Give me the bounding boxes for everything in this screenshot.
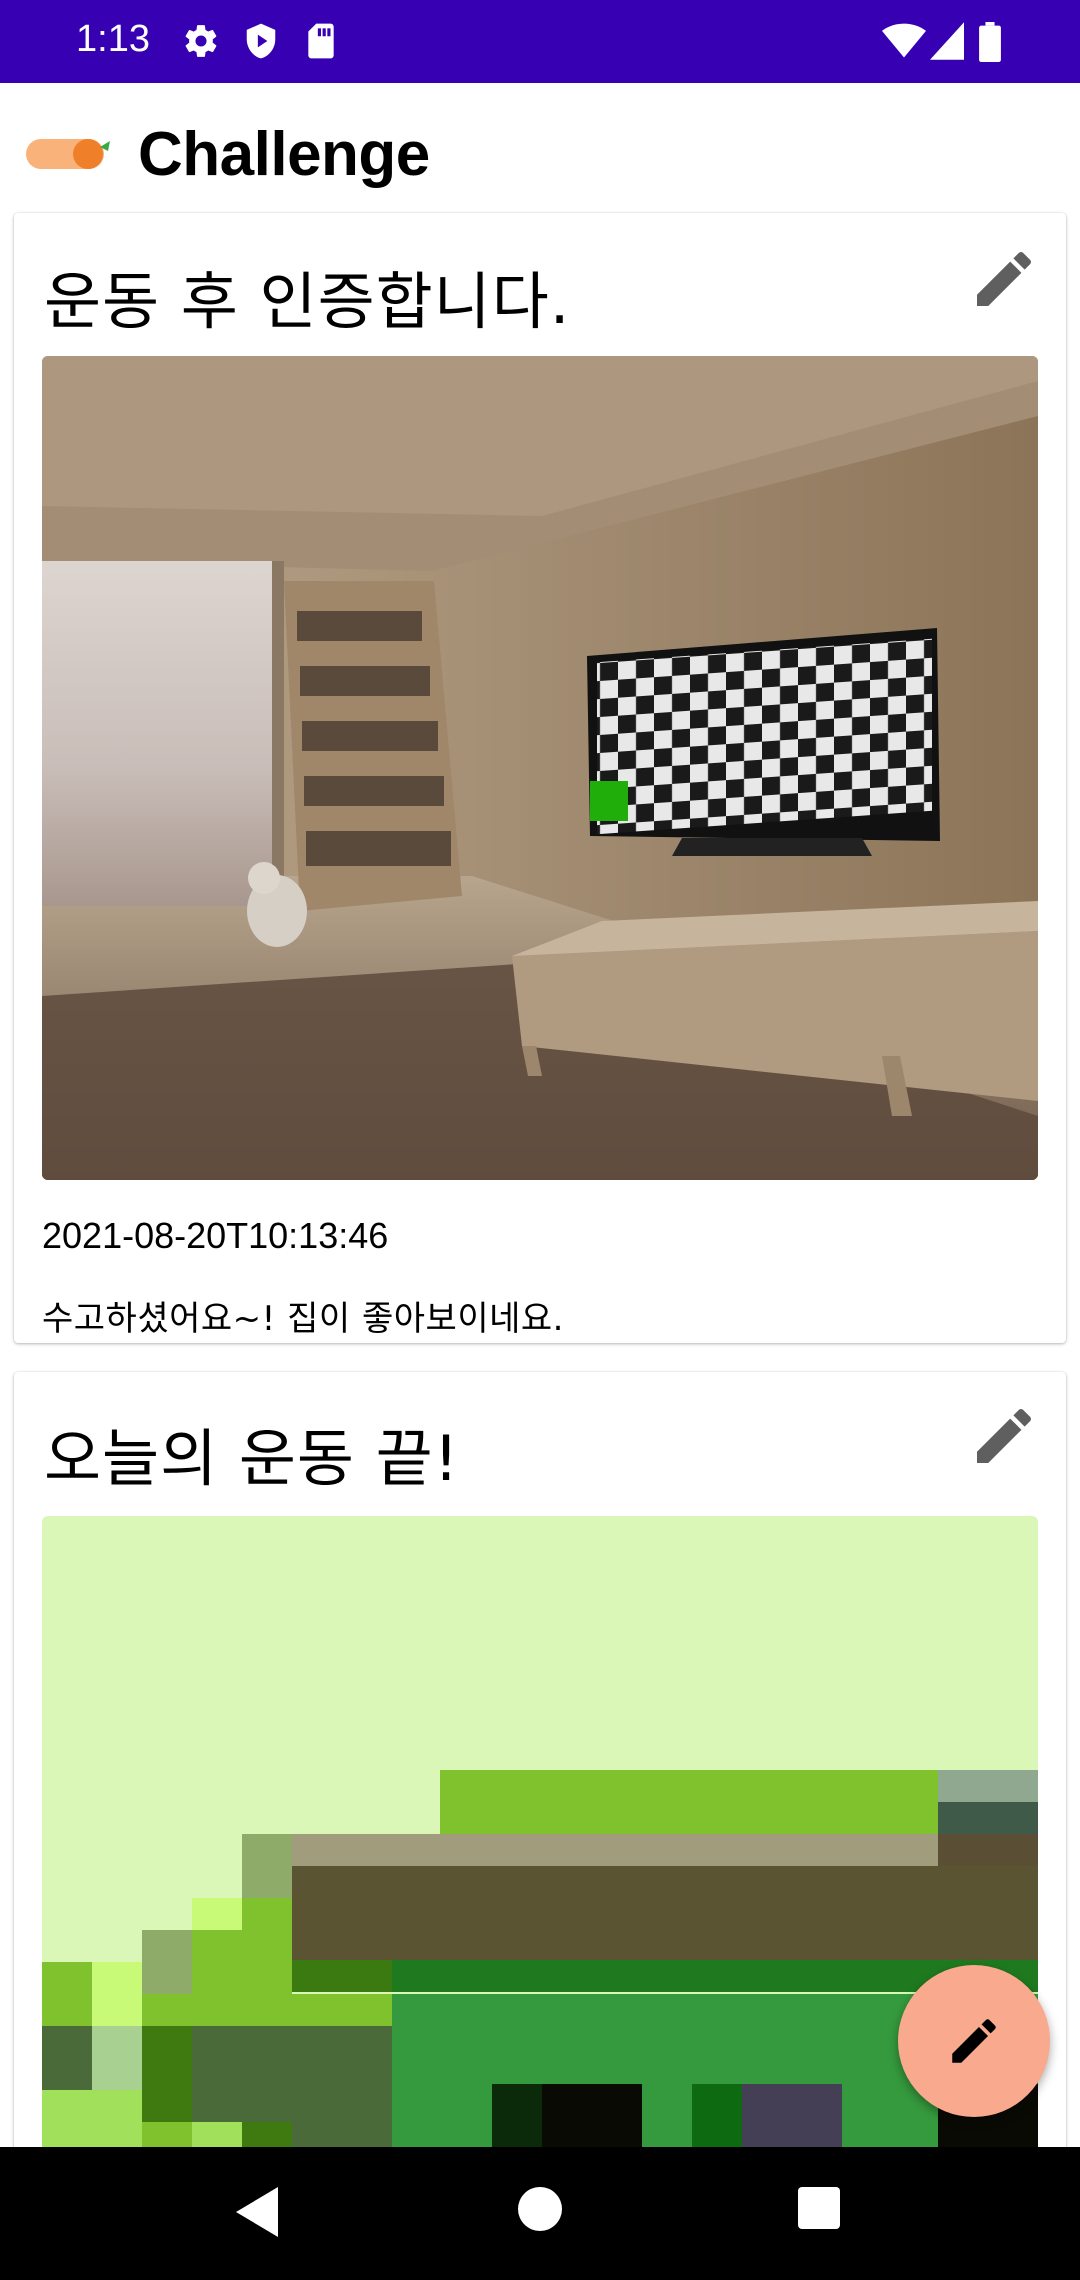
new-post-fab[interactable]: [898, 1965, 1050, 2117]
shield-icon: [246, 23, 276, 59]
back-icon[interactable]: [236, 2187, 280, 2237]
navigation-bar: [0, 2147, 1080, 2280]
edit-icon[interactable]: [968, 243, 1040, 315]
signal-icon: [930, 22, 964, 60]
post-image: [42, 1516, 1038, 2172]
home-icon[interactable]: [518, 2187, 562, 2231]
post-title: 운동 후 인증합니다.: [44, 265, 571, 338]
post-date: 2021-08-20T10:13:46: [42, 1215, 389, 1256]
post-image: [42, 356, 1038, 1180]
sd-card-icon: [308, 23, 334, 59]
gear-icon: [185, 25, 217, 57]
wifi-icon: [882, 23, 926, 58]
app-title: Challenge: [138, 120, 430, 189]
battery-icon: [979, 22, 1001, 62]
post-card[interactable]: 운동 후 인증합니다. 2021-08-20T10:13:46 수고하셨어요~!…: [14, 213, 1066, 1343]
post-title: 오늘의 운동 끝!: [44, 1422, 460, 1495]
recents-icon[interactable]: [798, 2187, 840, 2229]
room-with-tv-photo: [42, 356, 1038, 1180]
status-bar: 1:13: [0, 0, 1080, 83]
pencil-icon: [952, 2019, 996, 2063]
status-time: 1:13: [76, 18, 150, 60]
pixelated-green-image: [42, 1516, 1038, 2172]
carrot-logo: [26, 139, 110, 169]
edit-icon[interactable]: [968, 1400, 1040, 1472]
post-comment: 수고하셨어요~! 집이 좋아보이네요.: [42, 1299, 564, 1339]
app-bar: Challenge: [0, 83, 1080, 213]
